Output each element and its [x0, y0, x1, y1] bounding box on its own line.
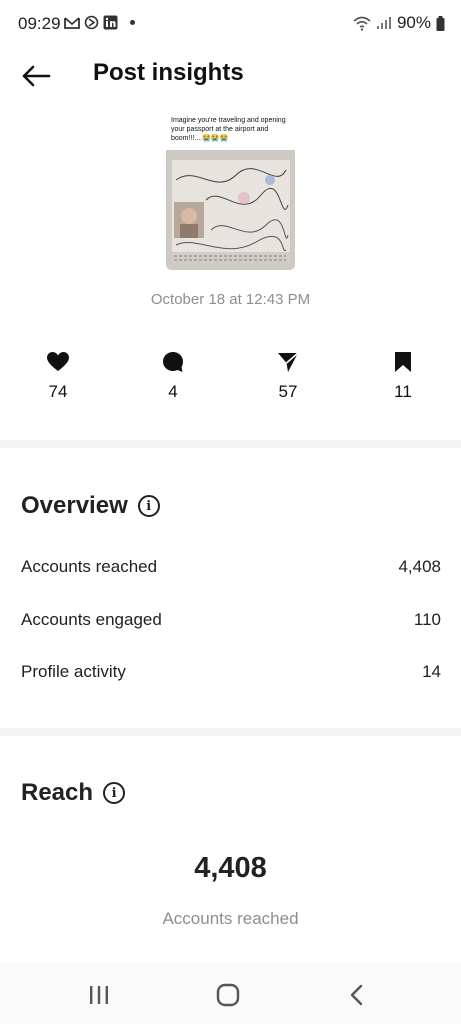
back-nav-button[interactable] [337, 981, 377, 1009]
post-date: October 18 at 12:43 PM [150, 291, 311, 308]
gmail-icon [64, 17, 80, 29]
overview-title: Overview [21, 492, 128, 519]
saves-count: 11 [394, 382, 412, 401]
comment-icon [163, 352, 183, 372]
post-caption: Imagine you're traveling and opening you… [166, 112, 295, 150]
overview-row-profile-activity[interactable]: Profile activity 14 [21, 657, 441, 687]
overview-row-accounts-engaged[interactable]: Accounts engaged 110 [21, 605, 441, 635]
section-divider [0, 440, 461, 448]
row-value: 14 [422, 662, 441, 681]
likes-metric[interactable]: 74 [28, 350, 88, 402]
back-button[interactable] [18, 58, 54, 94]
header: Post insights [0, 52, 461, 98]
row-label: Accounts reached [21, 557, 158, 576]
linkedin-icon [103, 15, 118, 30]
heart-icon [47, 352, 69, 371]
battery-icon [436, 15, 445, 31]
shares-metric[interactable]: 57 [258, 350, 318, 402]
row-label: Profile activity [21, 662, 126, 681]
passport-image [166, 150, 295, 270]
section-divider [0, 728, 461, 736]
back-icon [350, 984, 363, 1006]
signal-icon [376, 17, 391, 29]
page-title: Post insights [93, 59, 244, 86]
status-right: 90% [353, 13, 445, 33]
system-nav-bar [0, 963, 461, 1024]
metrics-row: 74 4 57 11 [0, 350, 461, 410]
status-time: 09:29 [18, 14, 61, 33]
sync-icon [84, 15, 99, 30]
likes-count: 74 [48, 382, 68, 401]
overview-row-accounts-reached[interactable]: Accounts reached 4,408 [21, 552, 441, 582]
overview-heading: Overview i [21, 492, 160, 520]
wifi-icon [353, 16, 371, 31]
notification-icons [64, 15, 135, 30]
save-icon [395, 352, 411, 372]
recent-apps-button[interactable] [79, 981, 119, 1009]
share-icon [278, 352, 299, 372]
info-icon[interactable]: i [137, 495, 160, 517]
home-button[interactable] [208, 981, 248, 1009]
row-value: 4,408 [398, 557, 441, 576]
comments-count: 4 [168, 382, 178, 401]
notification-dot-icon [130, 20, 135, 25]
saves-metric[interactable]: 11 [373, 350, 433, 402]
recent-apps-icon [90, 986, 108, 1004]
reach-title: Reach [21, 779, 94, 806]
battery-percent: 90% [396, 13, 431, 32]
row-value: 110 [413, 610, 441, 629]
status-bar: 09:29 90% [0, 0, 461, 50]
reach-number: 4,408 [194, 852, 267, 884]
info-icon[interactable]: i [103, 782, 126, 804]
post-thumbnail[interactable]: Imagine you're traveling and opening you… [166, 112, 295, 270]
arrow-left-icon [22, 65, 51, 87]
shares-count: 57 [278, 382, 298, 401]
comments-metric[interactable]: 4 [143, 350, 203, 402]
home-icon [216, 983, 240, 1007]
reach-label: Accounts reached [162, 909, 299, 928]
reach-heading: Reach i [21, 779, 126, 807]
row-label: Accounts engaged [21, 610, 162, 629]
